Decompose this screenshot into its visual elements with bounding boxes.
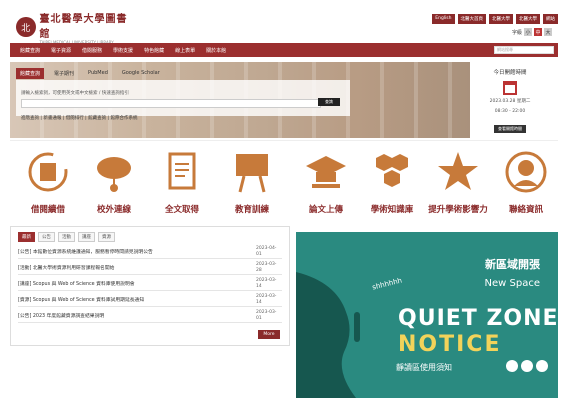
news-date: 2023-03-28 (256, 262, 277, 273)
opening-hours-panel: 今日開館時間 2023.03.28 星期二 08:30 - 22:00 查看開館… (472, 62, 548, 138)
news-item[interactable]: [講座] Scopus 與 Web of Science 資料庫使用說明會 20… (18, 277, 282, 291)
font-size-small-button[interactable]: 小 (524, 28, 532, 36)
news-date: 2023-04-01 (256, 246, 277, 257)
nav-item-borrowing[interactable]: 借閱服務 (82, 47, 102, 54)
service-label: 提升學術影響力 (428, 205, 488, 215)
banner-subtitle: 靜讀區使用須知 (396, 363, 452, 372)
news-date: 2023-03-14 (256, 278, 277, 289)
nav-item-about[interactable]: 關於本館 (206, 47, 226, 54)
calendar-icon (503, 81, 517, 95)
quiet-zone-banner[interactable]: 新區域開張 New Space shhhhhh QUIET ZONE NOTIC… (296, 232, 558, 398)
search-tab-ejournal[interactable]: 電子期刊 (50, 68, 78, 79)
news-item[interactable]: [活動] 北醫大學術資源利用研習課程報名開始 2023-03-28 (18, 261, 282, 275)
top-link-3[interactable]: 北醫大學 (489, 14, 513, 24)
news-tab-resources[interactable]: 資源 (98, 232, 115, 242)
top-link-english[interactable]: English (432, 14, 455, 24)
training-board-icon (236, 154, 268, 193)
font-size-large-button[interactable]: 大 (544, 28, 552, 36)
search-tab-pubmed[interactable]: PubMed (84, 68, 112, 79)
news-tab-announce[interactable]: 公告 (38, 232, 55, 242)
service-label: 聯絡資訊 (508, 205, 543, 215)
nav-item-eresources[interactable]: 電子資源 (51, 47, 71, 54)
font-size-label: 字級 (511, 29, 522, 36)
news-title[interactable]: [資源] Scopus 與 Web of Science 資料庫試用期延長通知 (18, 296, 248, 303)
no-phone-icon (506, 360, 518, 372)
top-link-4[interactable]: 北醫大學 (516, 14, 540, 24)
news-more-button[interactable]: More (258, 330, 280, 339)
news-item[interactable]: [公告] 2023 年度館藏資源調查結果說明 2023-03-01 (18, 309, 282, 323)
banner-title-en: New Space (484, 278, 540, 289)
search-panel (16, 80, 350, 116)
hexagon-cluster-icon (376, 154, 408, 187)
library-logo[interactable]: 北 臺北醫學大學圖書館 TAIPEI MEDICAL UNIVERSITY LI… (16, 13, 136, 45)
opening-hours-date: 2023.03.28 星期二 (489, 99, 531, 104)
top-link-5[interactable]: 網站 (543, 14, 558, 24)
opening-hours-title: 今日開館時間 (493, 70, 527, 76)
nav-item-forms[interactable]: 線上表單 (175, 47, 195, 54)
news-tabs: 最新 公告 活動 講座 資源 (18, 232, 115, 242)
top-link-university[interactable]: 北醫大首頁 (457, 14, 486, 24)
nav-item-special[interactable]: 特色館藏 (144, 47, 164, 54)
site-search-input[interactable]: 網站搜尋 (494, 46, 554, 54)
star-icon (438, 152, 478, 190)
news-date: 2023-03-14 (256, 294, 277, 305)
service-remote[interactable]: 校外連線 (84, 150, 144, 215)
library-name-zh: 臺北醫學大學圖書館 (39, 13, 128, 40)
banner-quiet-zone: QUIET ZONE (398, 306, 558, 331)
graduation-cap-icon (306, 156, 346, 188)
service-thesis[interactable]: 論文上傳 (296, 150, 356, 215)
main-nav: 館藏查詢 電子資源 借閱服務 學術支援 特色館藏 線上表單 關於本館 (10, 43, 558, 57)
opening-hours-time: 08:30 - 22:00 (494, 109, 526, 114)
search-quick-links[interactable]: 進階查詢 | 新書通報 | 借閱排行 | 館藏查詢 | 館際合作系統 (21, 115, 138, 121)
university-emblem-icon: 北 (16, 17, 36, 37)
cloud-connect-icon (97, 157, 131, 192)
top-links: English 北醫大首頁 北醫大學 北醫大學 網站 (432, 14, 558, 24)
news-item[interactable]: [資源] Scopus 與 Web of Science 資料庫試用期延長通知 … (18, 293, 282, 307)
search-input[interactable] (21, 99, 321, 108)
search-button[interactable]: 查詢 (318, 98, 340, 106)
service-label: 教育訓練 (234, 205, 269, 215)
news-tab-lectures[interactable]: 講座 (78, 232, 95, 242)
search-tab-catalog[interactable]: 館藏查詢 (16, 68, 45, 79)
service-label: 校外連線 (96, 205, 131, 215)
banner-notice: NOTICE (398, 332, 502, 357)
service-repository[interactable]: 學術知識庫 (362, 150, 422, 215)
font-size-medium-button[interactable]: 中 (534, 28, 542, 36)
no-food-icon (521, 360, 533, 372)
banner-rule-icons (506, 360, 548, 372)
news-tab-events[interactable]: 活動 (58, 232, 75, 242)
service-training[interactable]: 教育訓練 (222, 150, 282, 215)
news-title[interactable]: [活動] 北醫大學術資源利用研習課程報名開始 (18, 264, 248, 271)
service-label: 借閱續借 (30, 205, 65, 215)
news-tab-latest[interactable]: 最新 (18, 232, 35, 242)
service-label: 學術知識庫 (370, 205, 414, 215)
search-hint: 請輸入檢索詞，可使用英文或中文檢索 / 快速查詢指引 (21, 91, 129, 96)
banner-title-zh: 新區域開張 (485, 258, 540, 271)
service-label: 全文取得 (164, 205, 199, 215)
nav-item-research[interactable]: 學術支援 (113, 47, 133, 54)
font-size-switcher: 字級 小 中 大 (512, 28, 552, 36)
search-tabs: 館藏查詢 電子期刊 PubMed Google Scholar (16, 68, 164, 79)
service-renew[interactable]: 借閱續借 (18, 150, 78, 215)
opening-hours-button[interactable]: 查看開館時間 (494, 125, 526, 133)
no-talking-icon (536, 360, 548, 372)
silhouette-shush-icon (296, 272, 360, 398)
nav-item-collection[interactable]: 館藏查詢 (20, 47, 40, 54)
document-icon (168, 152, 196, 190)
contact-person-icon (505, 151, 547, 193)
news-item[interactable]: [公告] 本館數位資源系統維護通知，服務暫停時間請見說明公告 2023-04-0… (18, 245, 282, 259)
service-contact[interactable]: 聯絡資訊 (496, 150, 556, 215)
news-date: 2023-03-01 (256, 310, 277, 321)
news-title[interactable]: [講座] Scopus 與 Web of Science 資料庫使用說明會 (18, 280, 248, 287)
service-label: 論文上傳 (308, 205, 343, 215)
service-fulltext[interactable]: 全文取得 (152, 150, 212, 215)
service-impact[interactable]: 提升學術影響力 (428, 150, 488, 215)
search-tab-scholar[interactable]: Google Scholar (118, 68, 164, 79)
news-title[interactable]: [公告] 本館數位資源系統維護通知，服務暫停時間請見說明公告 (18, 248, 248, 255)
news-title[interactable]: [公告] 2023 年度館藏資源調查結果說明 (18, 312, 248, 319)
book-renew-icon (28, 152, 68, 192)
